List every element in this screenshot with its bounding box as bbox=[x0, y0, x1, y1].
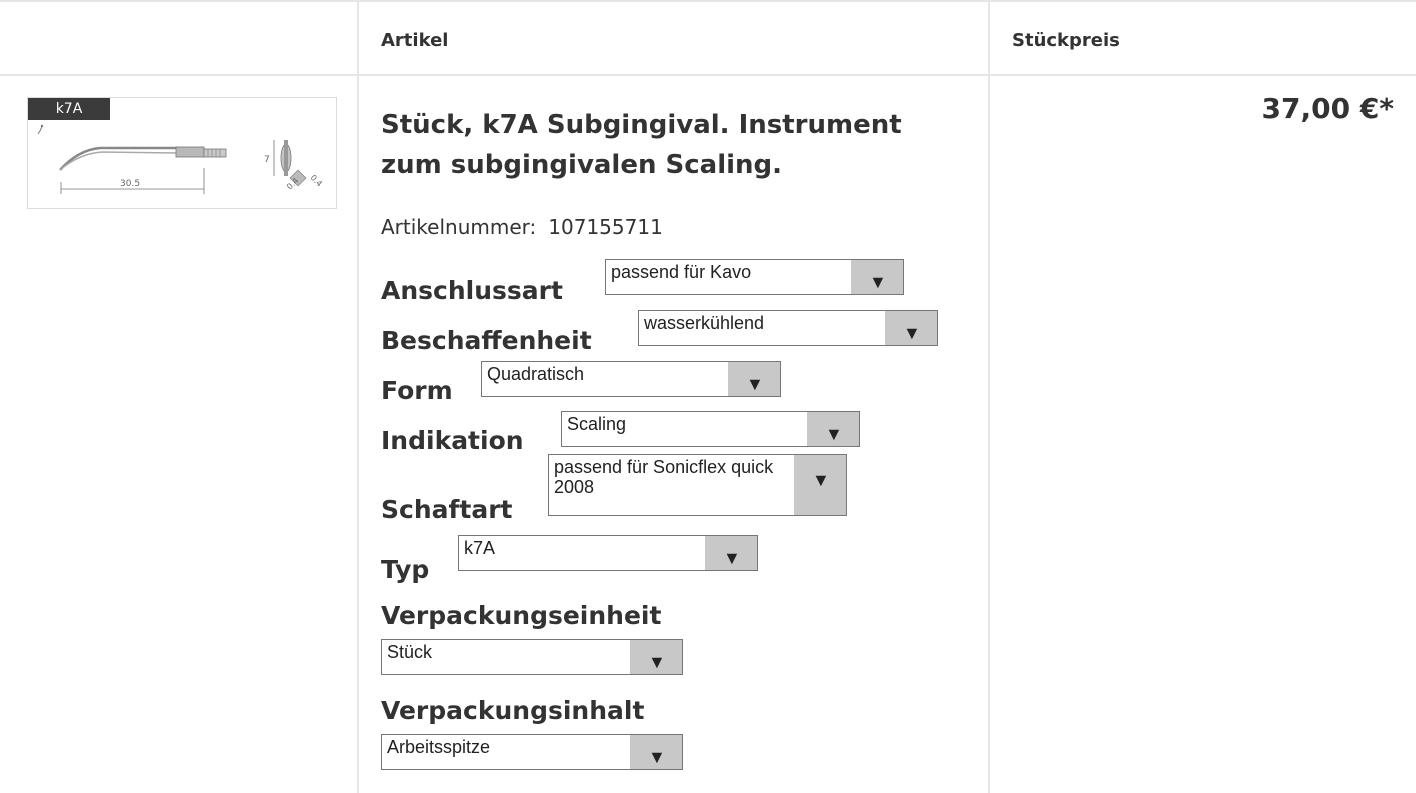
select-value: Arbeitsspitze bbox=[387, 737, 491, 757]
chevron-down-icon[interactable]: ▼ bbox=[728, 362, 780, 396]
select-value: passend für Sonicflex quick 2008 bbox=[554, 457, 774, 497]
header-bottom-border bbox=[0, 74, 1416, 76]
select-form[interactable]: Quadratisch ▼ bbox=[481, 361, 781, 397]
option-label-beschaffenheit: Beschaffenheit bbox=[381, 326, 592, 355]
article-number-label: Artikelnummer: bbox=[381, 215, 537, 239]
dimension-label: 30.5 bbox=[120, 179, 140, 189]
header-top-border bbox=[0, 0, 1416, 2]
unit-price: 37,00 €* bbox=[1261, 92, 1394, 125]
option-label-verpackungseinheit: Verpackungseinheit bbox=[381, 601, 662, 630]
option-label-anschlussart: Anschlussart bbox=[381, 276, 563, 305]
dimension-label-7: 7 bbox=[264, 155, 270, 165]
select-value: Quadratisch bbox=[487, 364, 585, 384]
select-anschlussart[interactable]: passend für Kavo ▼ bbox=[605, 259, 904, 295]
article-number-row: Artikelnummer: 107155711 bbox=[381, 215, 663, 239]
option-label-indikation: Indikation bbox=[381, 426, 524, 455]
column-header-artikel: Artikel bbox=[381, 30, 449, 51]
select-value: k7A bbox=[464, 538, 496, 558]
select-value: wasserkühlend bbox=[644, 313, 765, 333]
article-number-value: 107155711 bbox=[548, 215, 663, 239]
select-value: Stück bbox=[387, 642, 433, 662]
select-beschaffenheit[interactable]: wasserkühlend ▼ bbox=[638, 310, 938, 346]
chevron-down-icon[interactable]: ▼ bbox=[851, 260, 903, 294]
option-label-form: Form bbox=[381, 376, 453, 405]
option-label-verpackungsinhalt: Verpackungsinhalt bbox=[381, 696, 645, 725]
select-indikation[interactable]: Scaling ▼ bbox=[561, 411, 860, 447]
instrument-drawing-icon: 30.5 7 0.4 0.4 bbox=[37, 124, 324, 194]
select-verpackungsinhalt[interactable]: Arbeitsspitze ▼ bbox=[381, 734, 683, 770]
chevron-down-icon[interactable]: ▼ bbox=[630, 735, 682, 769]
product-title[interactable]: Stück, k7A Subgingival. Instrument zum s… bbox=[381, 105, 971, 185]
chevron-down-icon[interactable]: ▼ bbox=[807, 412, 859, 446]
select-value: Scaling bbox=[567, 414, 627, 434]
option-label-schaftart: Schaftart bbox=[381, 495, 513, 524]
select-typ[interactable]: k7A ▼ bbox=[458, 535, 758, 571]
dimension-label-04b: 0.4 bbox=[309, 173, 324, 188]
select-value: passend für Kavo bbox=[611, 262, 752, 282]
chevron-down-icon[interactable]: ▼ bbox=[794, 455, 846, 515]
column-divider-1 bbox=[357, 0, 359, 793]
select-schaftart[interactable]: passend für Sonicflex quick 2008 ▼ bbox=[548, 454, 847, 516]
column-header-stueckpreis: Stückpreis bbox=[1012, 30, 1120, 51]
product-image[interactable]: k7A 30.5 7 0.4 0.4 bbox=[27, 97, 337, 209]
column-divider-2 bbox=[988, 0, 990, 793]
select-verpackungseinheit[interactable]: Stück ▼ bbox=[381, 639, 683, 675]
option-label-typ: Typ bbox=[381, 555, 430, 584]
chevron-down-icon[interactable]: ▼ bbox=[705, 536, 757, 570]
chevron-down-icon[interactable]: ▼ bbox=[630, 640, 682, 674]
chevron-down-icon[interactable]: ▼ bbox=[885, 311, 937, 345]
